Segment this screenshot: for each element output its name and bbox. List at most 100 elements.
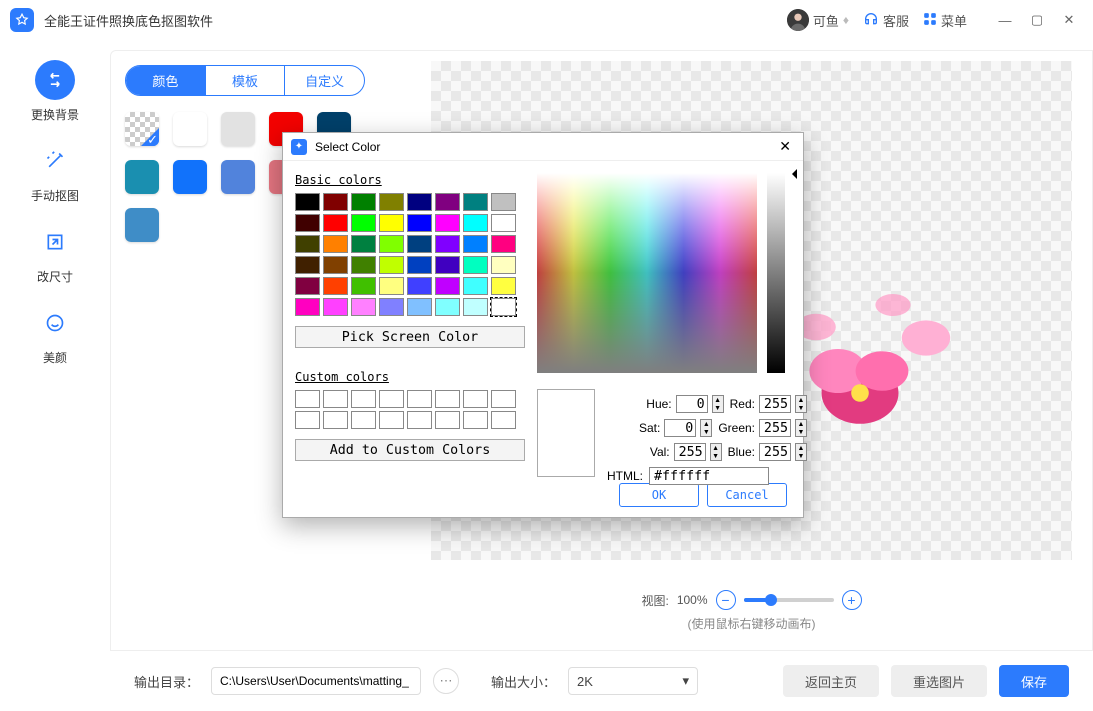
basic-color-cell[interactable] — [491, 214, 516, 232]
basic-color-cell[interactable] — [435, 193, 460, 211]
basic-color-cell[interactable] — [407, 298, 432, 316]
outsize-select[interactable]: 2K ▾ — [568, 667, 698, 695]
color-swatch[interactable] — [221, 160, 255, 194]
custom-color-cell[interactable] — [491, 411, 516, 429]
minimize-button[interactable]: — — [991, 6, 1019, 34]
sat-spin[interactable]: ▲▼ — [700, 419, 712, 437]
red-spin[interactable]: ▲▼ — [795, 395, 807, 413]
basic-color-cell[interactable] — [295, 193, 320, 211]
save-button[interactable]: 保存 — [999, 665, 1069, 697]
custom-color-cell[interactable] — [295, 390, 320, 408]
dialog-title-bar[interactable]: ✦ Select Color ✕ — [283, 133, 803, 161]
color-swatch[interactable] — [173, 112, 207, 146]
blue-spin[interactable]: ▲▼ — [795, 443, 807, 461]
ok-button[interactable]: OK — [619, 483, 699, 507]
custom-color-cell[interactable] — [295, 411, 320, 429]
custom-color-cell[interactable] — [407, 390, 432, 408]
basic-color-cell[interactable] — [463, 256, 488, 274]
custom-color-cell[interactable] — [351, 390, 376, 408]
back-button[interactable]: 返回主页 — [783, 665, 879, 697]
custom-color-cell[interactable] — [463, 411, 488, 429]
tab-color[interactable]: 颜色 — [126, 66, 205, 95]
close-button[interactable]: ✕ — [1055, 6, 1083, 34]
basic-color-cell[interactable] — [351, 298, 376, 316]
basic-color-cell[interactable] — [491, 277, 516, 295]
basic-color-cell[interactable] — [463, 235, 488, 253]
basic-color-cell[interactable] — [323, 214, 348, 232]
basic-color-cell[interactable] — [351, 277, 376, 295]
html-input[interactable] — [649, 467, 769, 485]
custom-color-cell[interactable] — [435, 390, 460, 408]
custom-color-cell[interactable] — [435, 411, 460, 429]
basic-color-cell[interactable] — [463, 214, 488, 232]
custom-color-cell[interactable] — [407, 411, 432, 429]
basic-color-cell[interactable] — [351, 235, 376, 253]
nav-resize[interactable]: 改尺寸 — [35, 222, 75, 285]
basic-color-cell[interactable] — [295, 214, 320, 232]
basic-color-cell[interactable] — [407, 235, 432, 253]
basic-color-cell[interactable] — [323, 298, 348, 316]
red-input[interactable] — [759, 395, 791, 413]
hue-input[interactable] — [676, 395, 708, 413]
basic-color-cell[interactable] — [491, 256, 516, 274]
basic-color-cell[interactable] — [323, 277, 348, 295]
basic-color-cell[interactable] — [351, 214, 376, 232]
user-menu[interactable]: 可鱼 ♦ — [787, 9, 849, 31]
basic-color-cell[interactable] — [435, 235, 460, 253]
support-link[interactable]: 客服 — [863, 11, 909, 30]
basic-color-cell[interactable] — [463, 298, 488, 316]
basic-color-cell[interactable] — [323, 235, 348, 253]
basic-color-cell[interactable] — [491, 235, 516, 253]
custom-color-cell[interactable] — [323, 390, 348, 408]
basic-color-cell[interactable] — [435, 214, 460, 232]
color-swatch[interactable] — [125, 160, 159, 194]
basic-color-cell[interactable] — [379, 214, 404, 232]
zoom-in-button[interactable]: + — [842, 590, 862, 610]
basic-color-cell[interactable] — [379, 235, 404, 253]
basic-color-cell[interactable] — [407, 256, 432, 274]
cancel-button[interactable]: Cancel — [707, 483, 787, 507]
basic-color-cell[interactable] — [295, 298, 320, 316]
blue-input[interactable] — [759, 443, 791, 461]
value-slider[interactable] — [767, 173, 785, 373]
nav-change-bg[interactable]: 更换背景 — [31, 60, 79, 123]
add-custom-button[interactable]: Add to Custom Colors — [295, 439, 525, 461]
green-input[interactable] — [759, 419, 791, 437]
zoom-out-button[interactable]: − — [716, 590, 736, 610]
dialog-close-button[interactable]: ✕ — [775, 138, 795, 155]
basic-color-cell[interactable] — [463, 277, 488, 295]
tab-template[interactable]: 模板 — [205, 66, 285, 95]
color-swatch[interactable] — [125, 112, 159, 146]
basic-color-cell[interactable] — [295, 277, 320, 295]
green-spin[interactable]: ▲▼ — [795, 419, 807, 437]
custom-color-cell[interactable] — [351, 411, 376, 429]
color-swatch[interactable] — [125, 208, 159, 242]
custom-color-cell[interactable] — [463, 390, 488, 408]
nav-beauty[interactable]: 美颜 — [35, 303, 75, 366]
menu-link[interactable]: 菜单 — [923, 11, 967, 30]
sat-input[interactable] — [664, 419, 696, 437]
custom-color-cell[interactable] — [323, 411, 348, 429]
tab-custom[interactable]: 自定义 — [284, 66, 364, 95]
basic-color-cell[interactable] — [407, 214, 432, 232]
custom-color-cell[interactable] — [379, 390, 404, 408]
basic-color-cell[interactable] — [351, 256, 376, 274]
basic-color-cell[interactable] — [407, 277, 432, 295]
browse-button[interactable]: ⋯ — [433, 668, 459, 694]
basic-color-cell[interactable] — [491, 193, 516, 211]
custom-color-cell[interactable] — [379, 411, 404, 429]
pick-screen-color-button[interactable]: Pick Screen Color — [295, 326, 525, 348]
basic-color-cell[interactable] — [379, 256, 404, 274]
maximize-button[interactable]: ▢ — [1023, 6, 1051, 34]
basic-color-cell[interactable] — [379, 298, 404, 316]
basic-color-cell[interactable] — [323, 193, 348, 211]
basic-color-cell[interactable] — [323, 256, 348, 274]
hue-sat-picker[interactable] — [537, 173, 757, 373]
basic-color-cell[interactable] — [463, 193, 488, 211]
outdir-input[interactable] — [211, 667, 421, 695]
basic-color-cell[interactable] — [379, 193, 404, 211]
nav-manual[interactable]: 手动抠图 — [31, 141, 79, 204]
reset-button[interactable]: 重选图片 — [891, 665, 987, 697]
basic-color-cell[interactable] — [295, 235, 320, 253]
basic-color-cell[interactable] — [379, 277, 404, 295]
